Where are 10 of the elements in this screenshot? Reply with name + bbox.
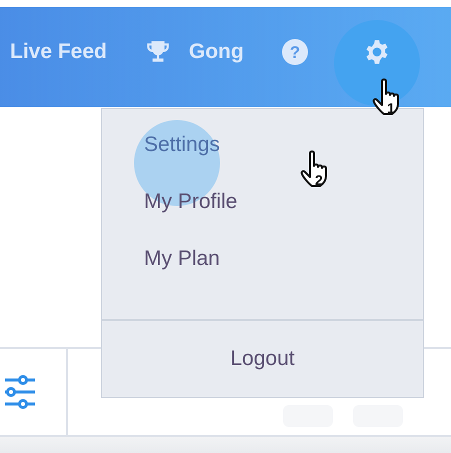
filter-sliders-icon[interactable] bbox=[5, 375, 35, 409]
settings-icon bbox=[364, 39, 390, 65]
logout-menu-item[interactable]: Logout bbox=[102, 321, 423, 397]
menu-item[interactable]: My Plan bbox=[144, 247, 423, 271]
trophy-icon bbox=[144, 39, 171, 65]
nav-link[interactable]: Gong bbox=[144, 39, 244, 65]
help-icon[interactable]: ? bbox=[282, 39, 308, 65]
nav-link[interactable]: Live Feed bbox=[10, 40, 107, 64]
menu-item[interactable]: My Profile bbox=[144, 190, 423, 214]
step-number: 2 bbox=[315, 173, 323, 187]
